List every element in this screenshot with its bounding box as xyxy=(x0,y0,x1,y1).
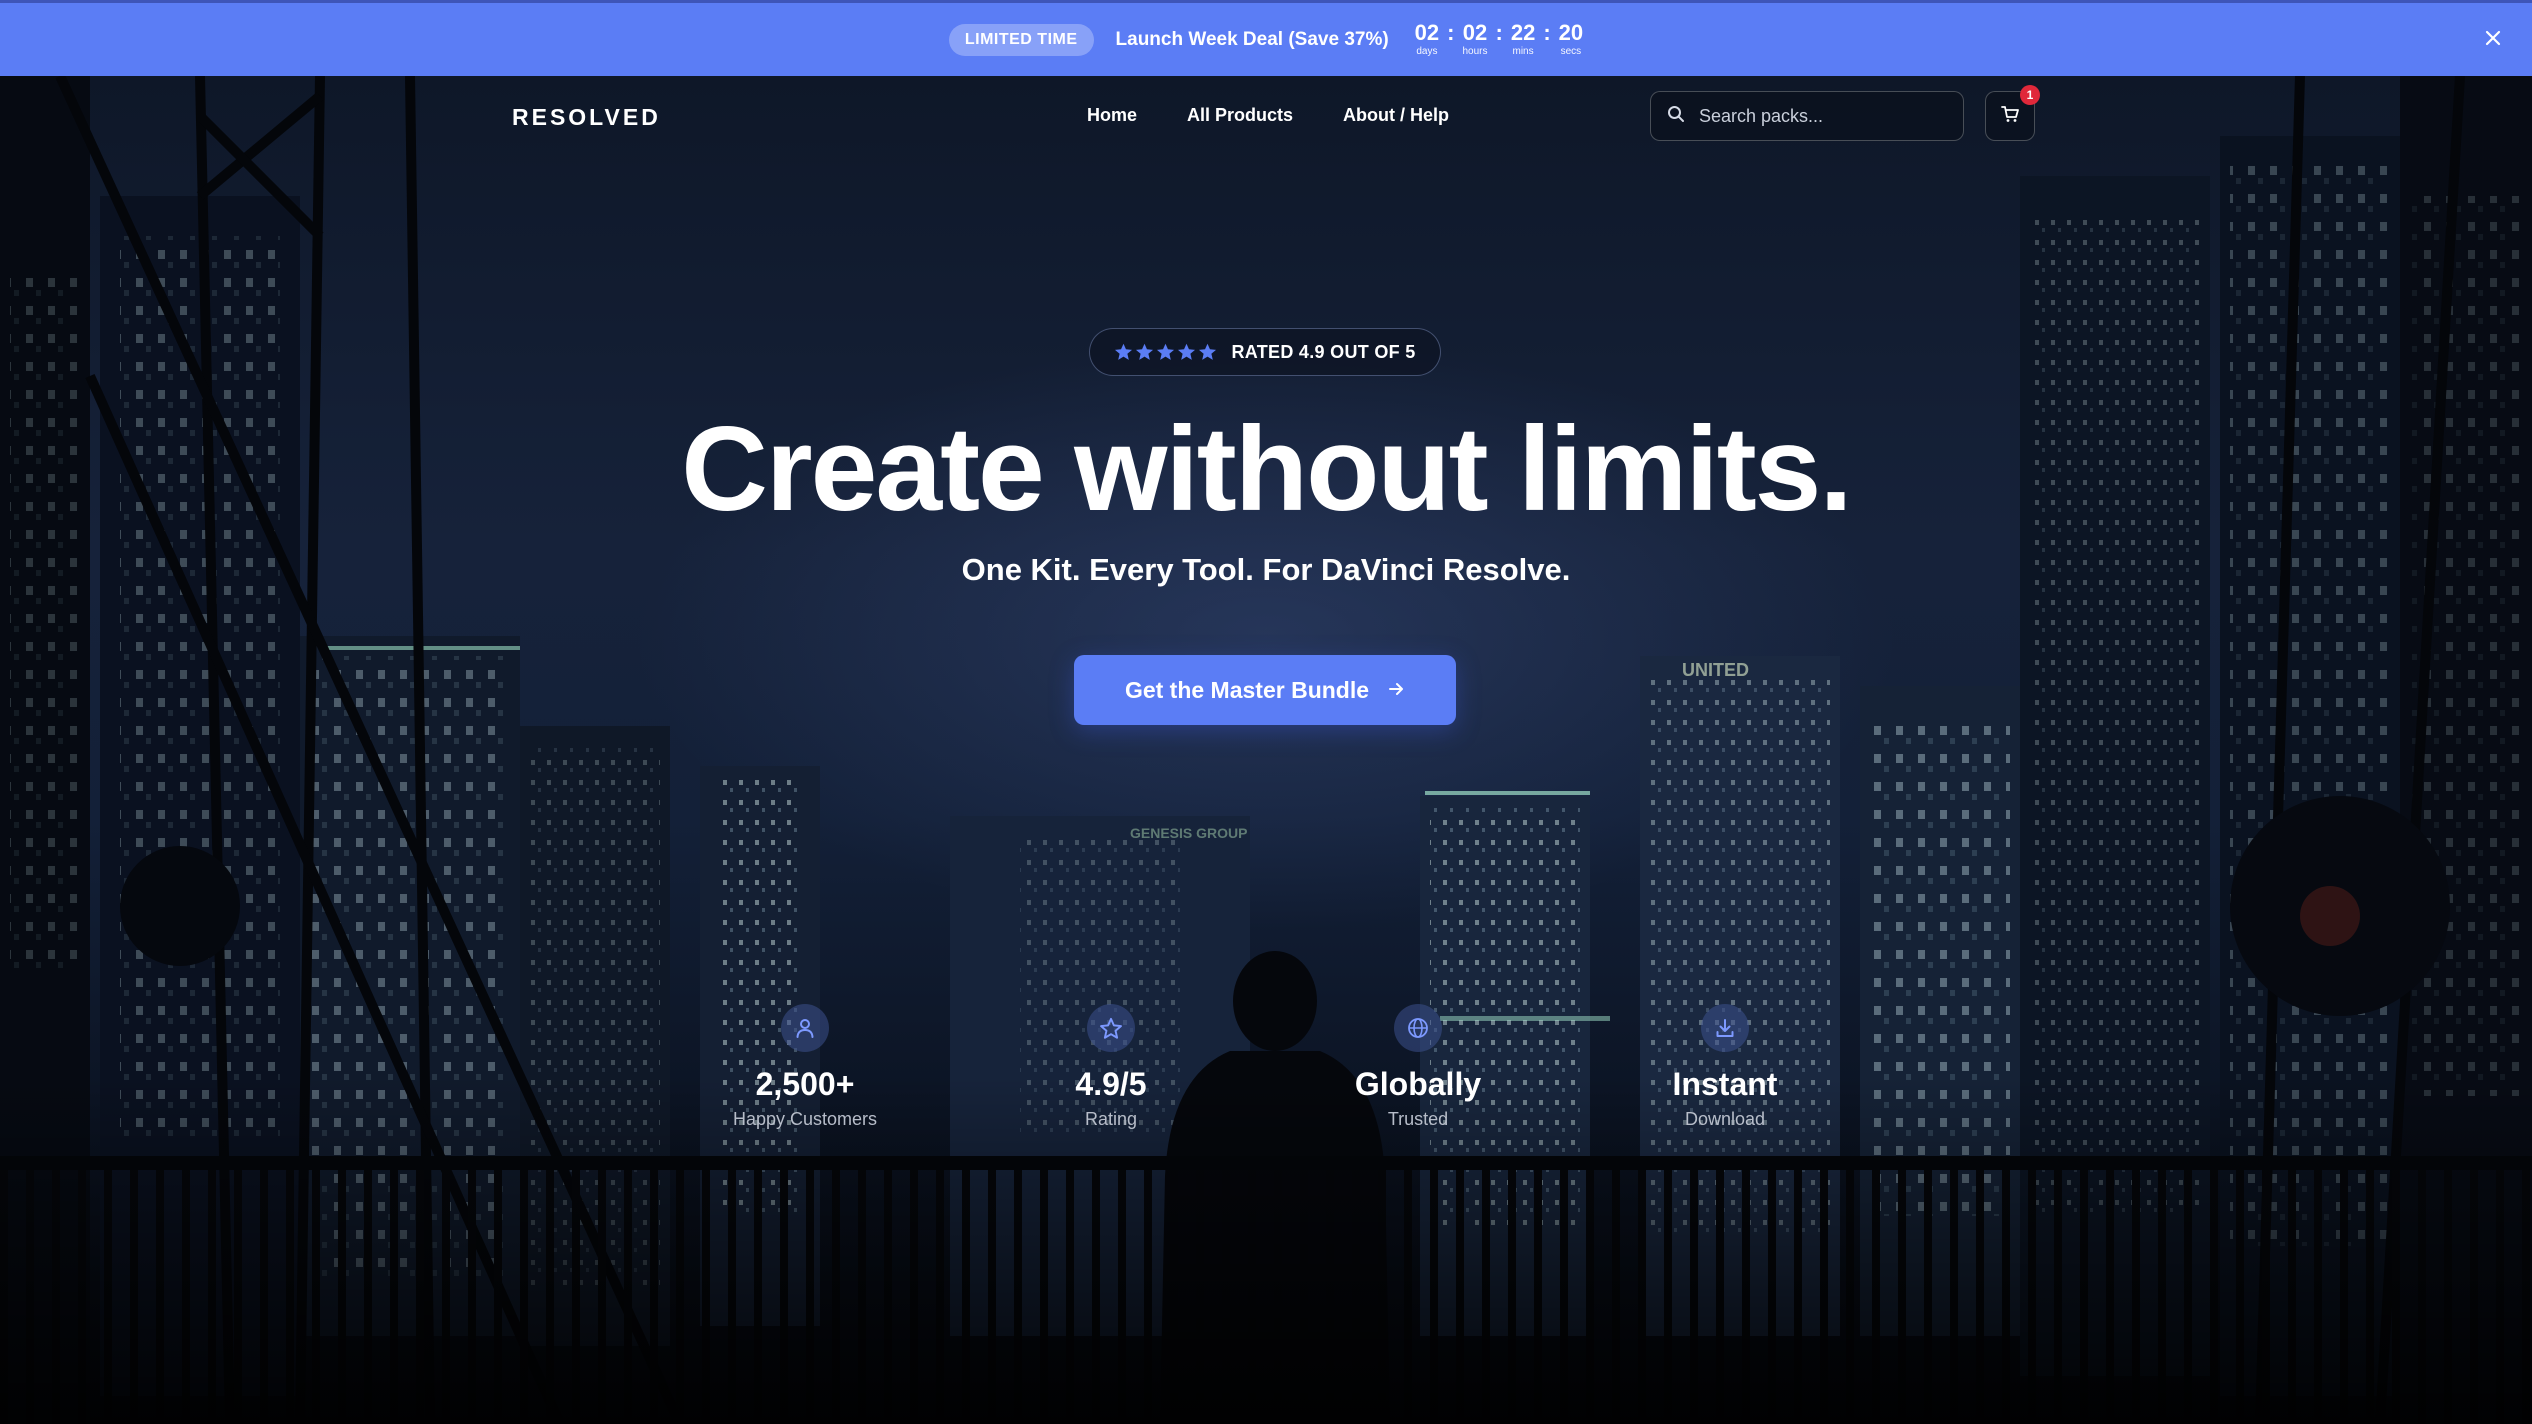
stat-globally-trusted: Globally Trusted xyxy=(1298,1004,1538,1130)
countdown-timer: 02 days : 02 hours : 22 mins : 20 secs xyxy=(1415,22,1583,57)
star-icon xyxy=(1178,343,1196,360)
star-icon xyxy=(1115,343,1133,360)
stat-happy-customers: 2,500+ Happy Customers xyxy=(685,1004,925,1130)
stat-label: Rating xyxy=(1084,1109,1138,1129)
user-icon xyxy=(781,1004,829,1052)
nav-link-about-help[interactable]: About / Help xyxy=(1343,105,1449,126)
stat-label: Download xyxy=(1684,1109,1766,1129)
countdown-label: secs xyxy=(1560,46,1582,57)
hero-headline: Create without limits. xyxy=(681,402,1852,536)
close-icon[interactable] xyxy=(2480,25,2506,51)
cart-icon xyxy=(2000,104,2020,129)
star-icon xyxy=(1136,343,1154,360)
rating-badge: RATED 4.9 OUT OF 5 xyxy=(1089,328,1441,376)
svg-text:GENESIS GROUP: GENESIS GROUP xyxy=(1130,825,1247,841)
hero-section: UNITED GENESIS GROUP xyxy=(0,76,2532,1424)
countdown-separator: : xyxy=(1543,20,1551,45)
stat-label: Trusted xyxy=(1387,1109,1449,1129)
announcement-bar: LIMITED TIME Launch Week Deal (Save 37%)… xyxy=(0,0,2532,76)
stat-value: 4.9/5 xyxy=(1075,1066,1147,1102)
cart-count-badge: 1 xyxy=(2020,85,2040,105)
rating-stars xyxy=(1114,343,1217,361)
stat-value: Globally xyxy=(1354,1066,1482,1102)
search-box[interactable] xyxy=(1650,91,1964,141)
countdown-label: mins xyxy=(1512,46,1534,57)
svg-text:UNITED: UNITED xyxy=(1682,660,1749,680)
rating-text: RATED 4.9 OUT OF 5 xyxy=(1231,341,1416,362)
countdown-mins: 22 mins xyxy=(1511,22,1535,57)
arrow-right-icon xyxy=(1387,677,1405,704)
countdown-value: 02 xyxy=(1414,20,1440,45)
search-icon xyxy=(1667,105,1685,128)
countdown-secs: 20 secs xyxy=(1559,22,1583,57)
city-night-background: UNITED GENESIS GROUP xyxy=(0,76,2532,1424)
limited-time-badge: LIMITED TIME xyxy=(948,23,1094,56)
nav-link-all-products[interactable]: All Products xyxy=(1187,105,1293,126)
get-master-bundle-button[interactable]: Get the Master Bundle xyxy=(1074,655,1456,725)
stat-instant-download: Instant Download xyxy=(1605,1004,1845,1130)
search-input[interactable] xyxy=(1699,105,1939,127)
stats-row: 2,500+ Happy Customers 4.9/5 Rating Glob… xyxy=(0,1004,2532,1144)
cta-label: Get the Master Bundle xyxy=(1124,676,1370,703)
promo-text: Launch Week Deal (Save 37%) xyxy=(1115,28,1389,50)
announcement-content: LIMITED TIME Launch Week Deal (Save 37%)… xyxy=(948,22,1583,57)
stat-value: 2,500+ xyxy=(755,1066,855,1102)
cart-button[interactable]: 1 xyxy=(1985,85,2040,141)
star-icon xyxy=(1087,1004,1135,1052)
countdown-hours: 02 hours xyxy=(1462,22,1487,57)
stat-value: Instant xyxy=(1672,1066,1778,1102)
countdown-days: 02 days xyxy=(1415,22,1439,57)
nav-links: Home All Products About / Help xyxy=(1087,105,1449,126)
top-navigation: RESOLVED Home All Products About / Help … xyxy=(0,76,2532,156)
countdown-value: 22 xyxy=(1510,20,1536,45)
globe-icon xyxy=(1394,1004,1442,1052)
hero-subheadline: One Kit. Every Tool. For DaVinci Resolve… xyxy=(961,552,1571,587)
countdown-separator: : xyxy=(1495,20,1503,45)
star-icon xyxy=(1157,343,1175,360)
countdown-separator: : xyxy=(1447,20,1455,45)
countdown-value: 20 xyxy=(1558,20,1584,45)
countdown-value: 02 xyxy=(1462,20,1488,45)
countdown-label: hours xyxy=(1462,46,1488,57)
stat-rating: 4.9/5 Rating xyxy=(991,1004,1231,1130)
stat-label: Happy Customers xyxy=(732,1109,878,1129)
nav-link-home[interactable]: Home xyxy=(1087,105,1137,126)
brand-logo[interactable]: RESOLVED xyxy=(512,104,661,131)
star-icon xyxy=(1199,343,1217,360)
countdown-label: days xyxy=(1416,46,1438,57)
download-icon xyxy=(1701,1004,1749,1052)
